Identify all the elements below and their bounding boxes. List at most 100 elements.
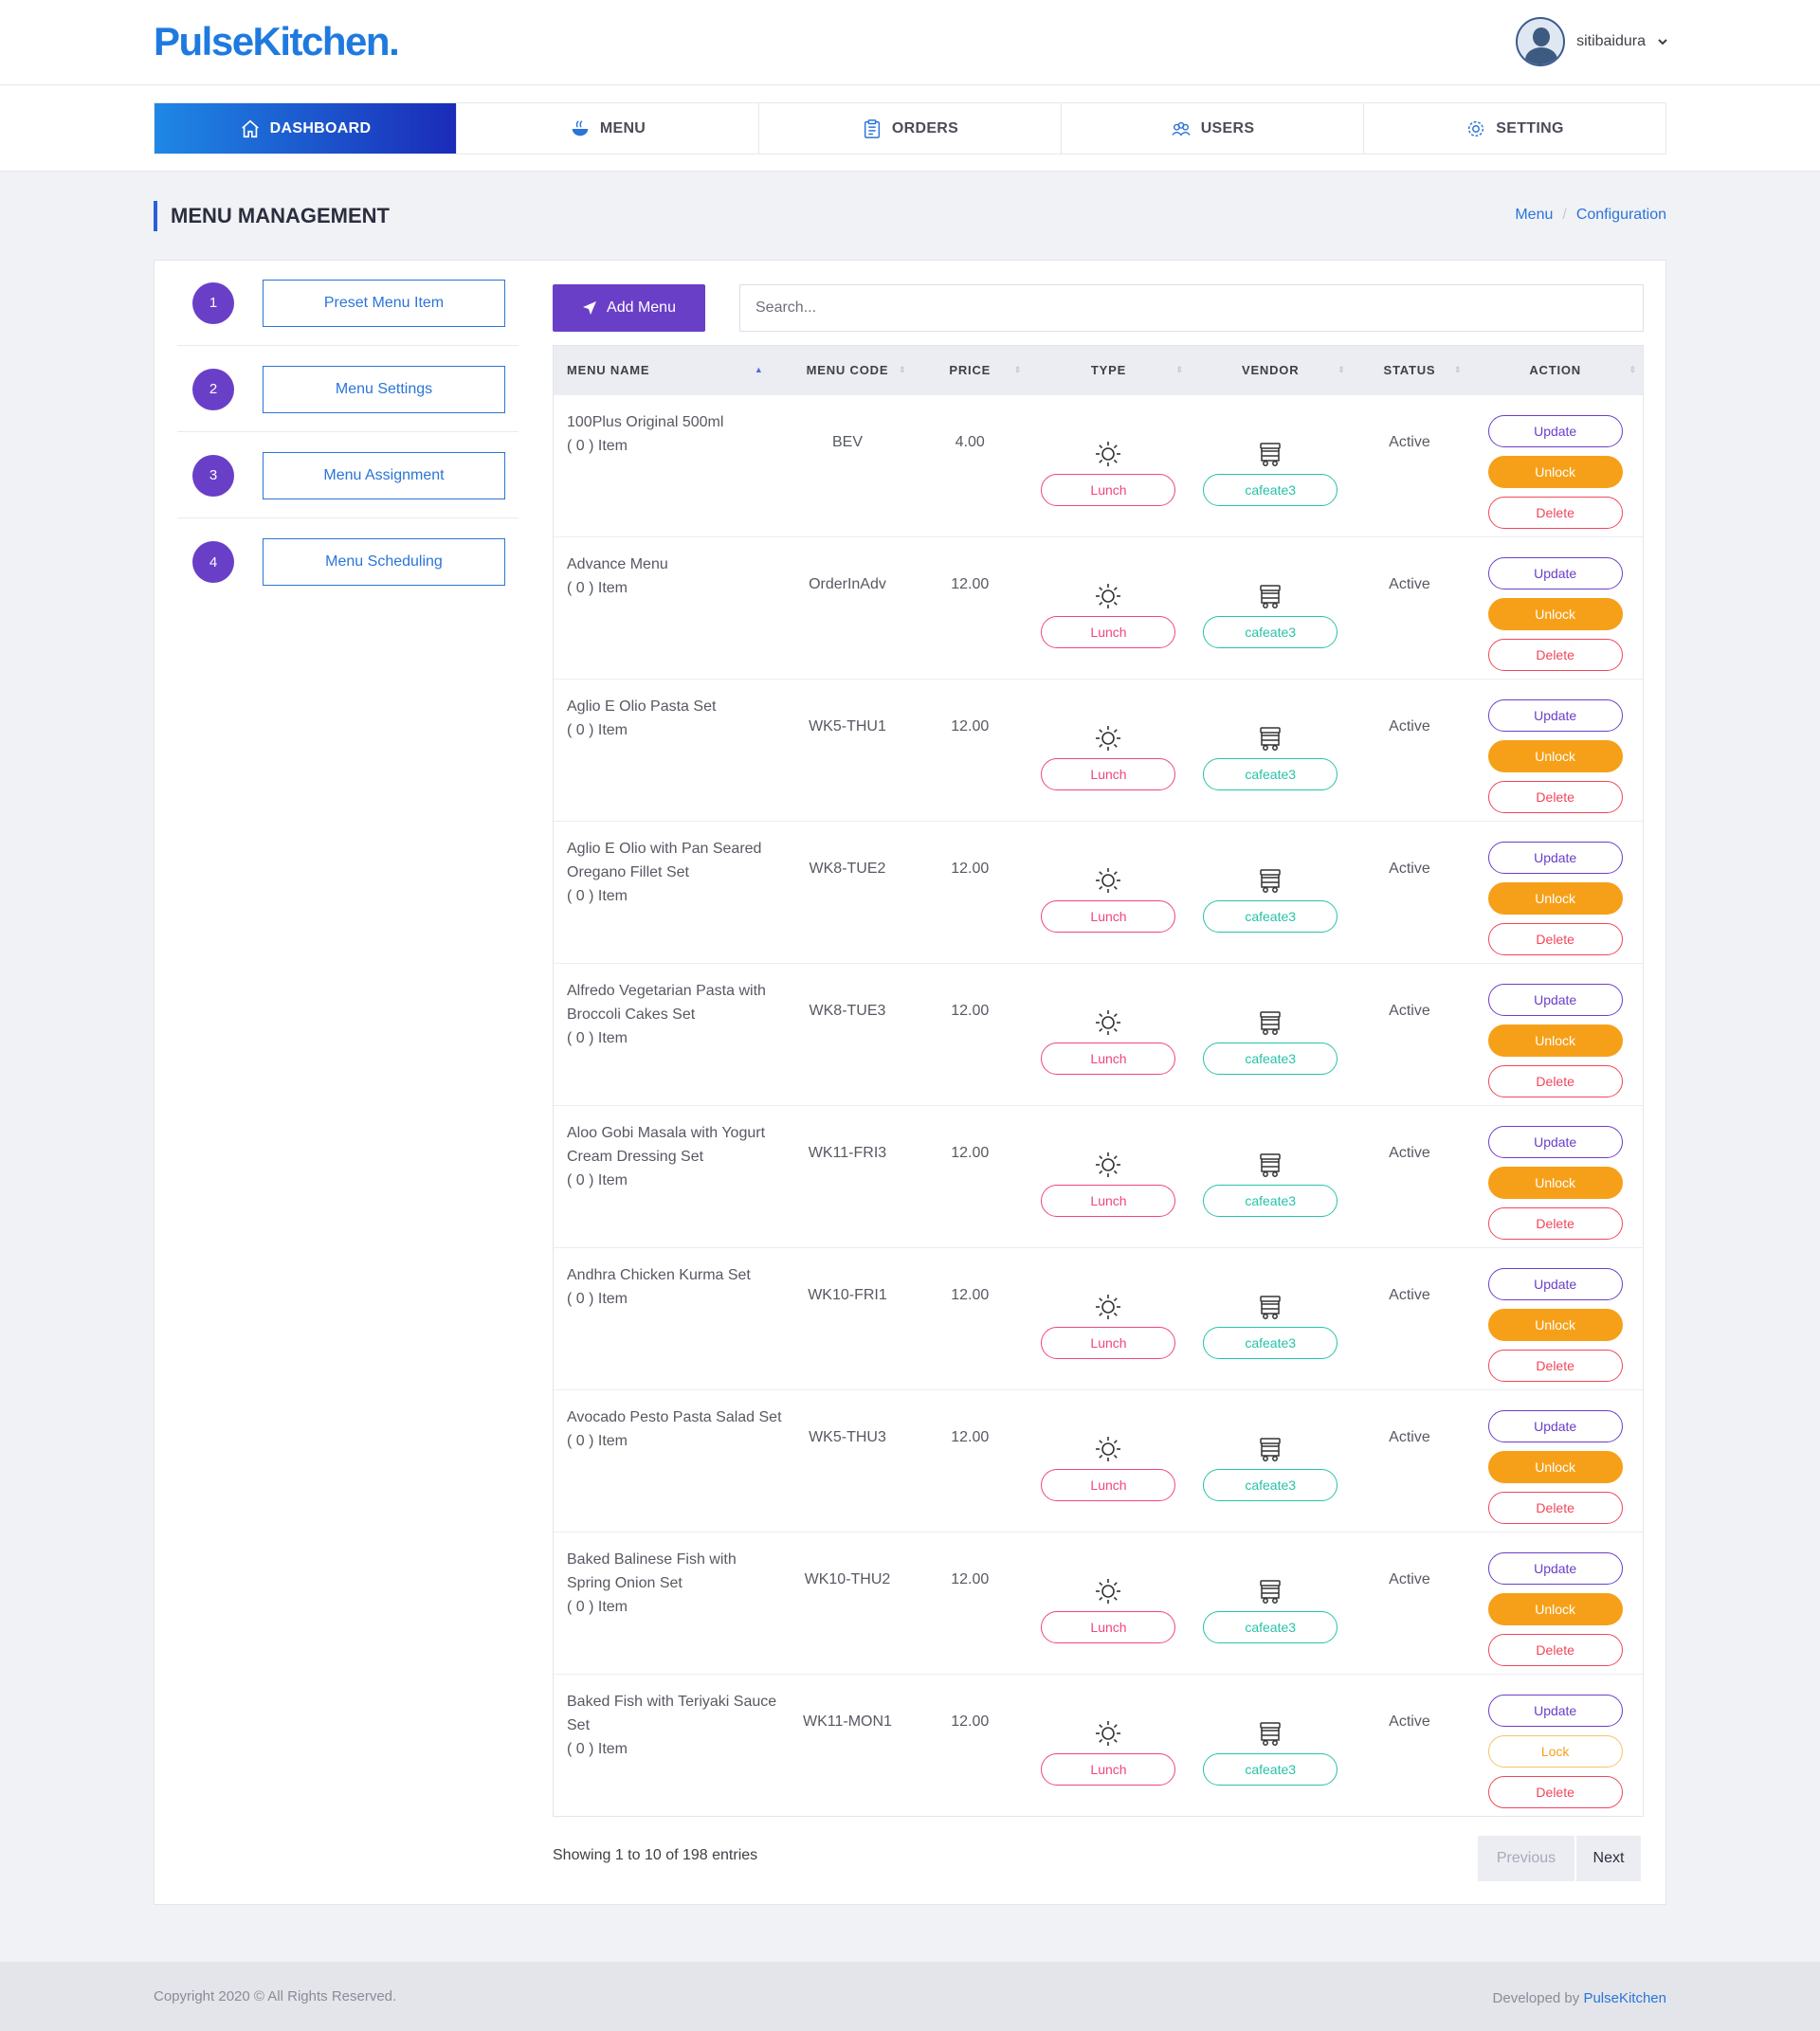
sort-icon[interactable]: ⇕	[1176, 366, 1184, 374]
type-badge: Lunch	[1041, 1752, 1176, 1786]
update-button[interactable]: Update	[1487, 557, 1623, 589]
menu-price: 12.00	[951, 861, 990, 877]
table-row: Alfredo Vegetarian Pasta with Broccoli C…	[554, 963, 1643, 1105]
update-button[interactable]: Update	[1487, 415, 1623, 447]
lock-toggle-button[interactable]: Unlock	[1487, 1451, 1623, 1483]
delete-button[interactable]: Delete	[1487, 1492, 1623, 1524]
table-row: Aglio E Olio Pasta Set ( 0 ) Item WK5-TH…	[554, 679, 1643, 821]
user-menu[interactable]: sitibaidura	[1516, 17, 1668, 66]
type-badge: Lunch	[1041, 1326, 1176, 1359]
developer-link[interactable]: PulseKitchen	[1583, 1990, 1666, 2006]
sort-icon[interactable]: ⇕	[1454, 366, 1462, 374]
update-button[interactable]: Update	[1487, 842, 1623, 874]
lock-toggle-button[interactable]: Unlock	[1487, 598, 1623, 630]
menu-code: WK8-TUE2	[809, 861, 886, 877]
update-button[interactable]: Update	[1487, 1126, 1623, 1158]
vendor-badge: cafeate3	[1203, 1610, 1338, 1643]
lock-toggle-button[interactable]: Lock	[1487, 1735, 1623, 1768]
sort-icon[interactable]: ⇕	[899, 366, 906, 374]
item-count: ( 0 ) Item	[567, 1030, 628, 1046]
delete-button[interactable]: Delete	[1487, 1776, 1623, 1808]
table-row: Baked Balinese Fish with Spring Onion Se…	[554, 1532, 1643, 1674]
lock-toggle-button[interactable]: Unlock	[1487, 1167, 1623, 1199]
menu-card: 1 Preset Menu Item 2 Menu Settings 3 Men…	[154, 260, 1666, 1905]
sun-icon	[1096, 1436, 1121, 1461]
breadcrumb-menu[interactable]: Menu	[1515, 207, 1553, 224]
column-vendor[interactable]: VENDOR ⇕	[1190, 346, 1352, 394]
action-cell: Update Unlock Delete	[1467, 395, 1643, 536]
delete-button[interactable]: Delete	[1487, 781, 1623, 813]
sort-icon[interactable]: ⇕	[1014, 366, 1022, 374]
delete-button[interactable]: Delete	[1487, 1350, 1623, 1382]
food-cart-icon	[1260, 1579, 1281, 1604]
lock-toggle-button[interactable]: Unlock	[1487, 882, 1623, 915]
delete-button[interactable]: Delete	[1487, 1634, 1623, 1666]
next-page-button[interactable]: Next	[1574, 1836, 1641, 1881]
action-cell: Update Unlock Delete	[1467, 680, 1643, 821]
menu-name: Andhra Chicken Kurma Set	[567, 1267, 751, 1283]
column-status[interactable]: STATUS ⇕	[1352, 346, 1468, 394]
table-row: Aglio E Olio with Pan Seared Oregano Fil…	[554, 821, 1643, 963]
update-button[interactable]: Update	[1487, 1410, 1623, 1442]
menu-name-cell: Avocado Pesto Pasta Salad Set ( 0 ) Item	[554, 1390, 783, 1532]
brand-logo[interactable]: PulseKitchen.	[154, 19, 400, 64]
nav-users[interactable]: USERS	[1062, 103, 1364, 154]
update-button[interactable]: Update	[1487, 1268, 1623, 1300]
lock-toggle-button[interactable]: Unlock	[1487, 456, 1623, 488]
vendor-cell: cafeate3	[1190, 1675, 1352, 1816]
lock-toggle-button[interactable]: Unlock	[1487, 1025, 1623, 1057]
delete-button[interactable]: Delete	[1487, 639, 1623, 671]
vendor-cell: cafeate3	[1190, 395, 1352, 536]
search-input[interactable]	[739, 284, 1644, 332]
column-menu-code[interactable]: MENU CODE ⇕	[783, 346, 913, 394]
nav-menu[interactable]: MENU	[457, 103, 759, 154]
nav-setting[interactable]: SETTING	[1364, 103, 1665, 154]
menu-assignment-button[interactable]: Menu Assignment	[263, 451, 505, 499]
menu-settings-button[interactable]: Menu Settings	[263, 365, 505, 413]
lock-toggle-button[interactable]: Unlock	[1487, 1309, 1623, 1341]
vendor-cell: cafeate3	[1190, 822, 1352, 963]
username[interactable]: sitibaidura	[1576, 33, 1646, 50]
sun-icon	[1096, 583, 1121, 608]
nav-label: SETTING	[1496, 119, 1564, 136]
type-badge: Lunch	[1041, 899, 1176, 933]
sort-icon[interactable]: ⇕	[1338, 366, 1345, 374]
delete-button[interactable]: Delete	[1487, 1065, 1623, 1097]
menu-scheduling-button[interactable]: Menu Scheduling	[263, 538, 505, 586]
nav-dashboard[interactable]: DASHBOARD	[155, 103, 457, 154]
update-button[interactable]: Update	[1487, 1695, 1623, 1727]
delete-button[interactable]: Delete	[1487, 1207, 1623, 1240]
column-price[interactable]: PRICE ⇕	[912, 346, 1028, 394]
item-count: ( 0 ) Item	[567, 1172, 628, 1188]
type-cell: Lunch	[1028, 1106, 1190, 1247]
lock-toggle-button[interactable]: Unlock	[1487, 1593, 1623, 1625]
menu-name: Baked Balinese Fish with Spring Onion Se…	[567, 1551, 737, 1591]
chevron-down-icon[interactable]	[1657, 35, 1668, 49]
sort-asc-icon[interactable]: ▲	[755, 366, 764, 374]
vendor-cell: cafeate3	[1190, 537, 1352, 679]
lock-toggle-button[interactable]: Unlock	[1487, 740, 1623, 772]
status-text: Active	[1389, 1145, 1430, 1161]
menu-price: 12.00	[951, 718, 990, 734]
delete-button[interactable]: Delete	[1487, 923, 1623, 955]
status-text: Active	[1389, 1429, 1430, 1445]
update-button[interactable]: Update	[1487, 699, 1623, 732]
avatar[interactable]	[1516, 17, 1566, 66]
column-action[interactable]: ACTION ⇕	[1467, 346, 1643, 394]
preset-menu-item-button[interactable]: Preset Menu Item	[263, 279, 505, 327]
column-type[interactable]: TYPE ⇕	[1028, 346, 1190, 394]
column-menu-name[interactable]: MENU NAME ▲	[554, 346, 783, 394]
delete-button[interactable]: Delete	[1487, 497, 1623, 529]
sort-icon[interactable]: ⇕	[1629, 366, 1637, 374]
previous-page-button[interactable]: Previous	[1478, 1836, 1574, 1881]
item-count: ( 0 ) Item	[567, 1599, 628, 1615]
main-nav-bar: DASHBOARD MENU ORDERS USERS SETTING	[0, 85, 1820, 172]
update-button[interactable]: Update	[1487, 1552, 1623, 1585]
update-button[interactable]: Update	[1487, 984, 1623, 1016]
breadcrumb-configuration[interactable]: Configuration	[1576, 207, 1666, 224]
pagination: Previous Next	[1478, 1836, 1641, 1881]
add-menu-button[interactable]: Add Menu	[553, 284, 705, 332]
type-cell: Lunch	[1028, 1248, 1190, 1389]
menu-name: 100Plus Original 500ml	[567, 414, 724, 430]
nav-orders[interactable]: ORDERS	[759, 103, 1062, 154]
